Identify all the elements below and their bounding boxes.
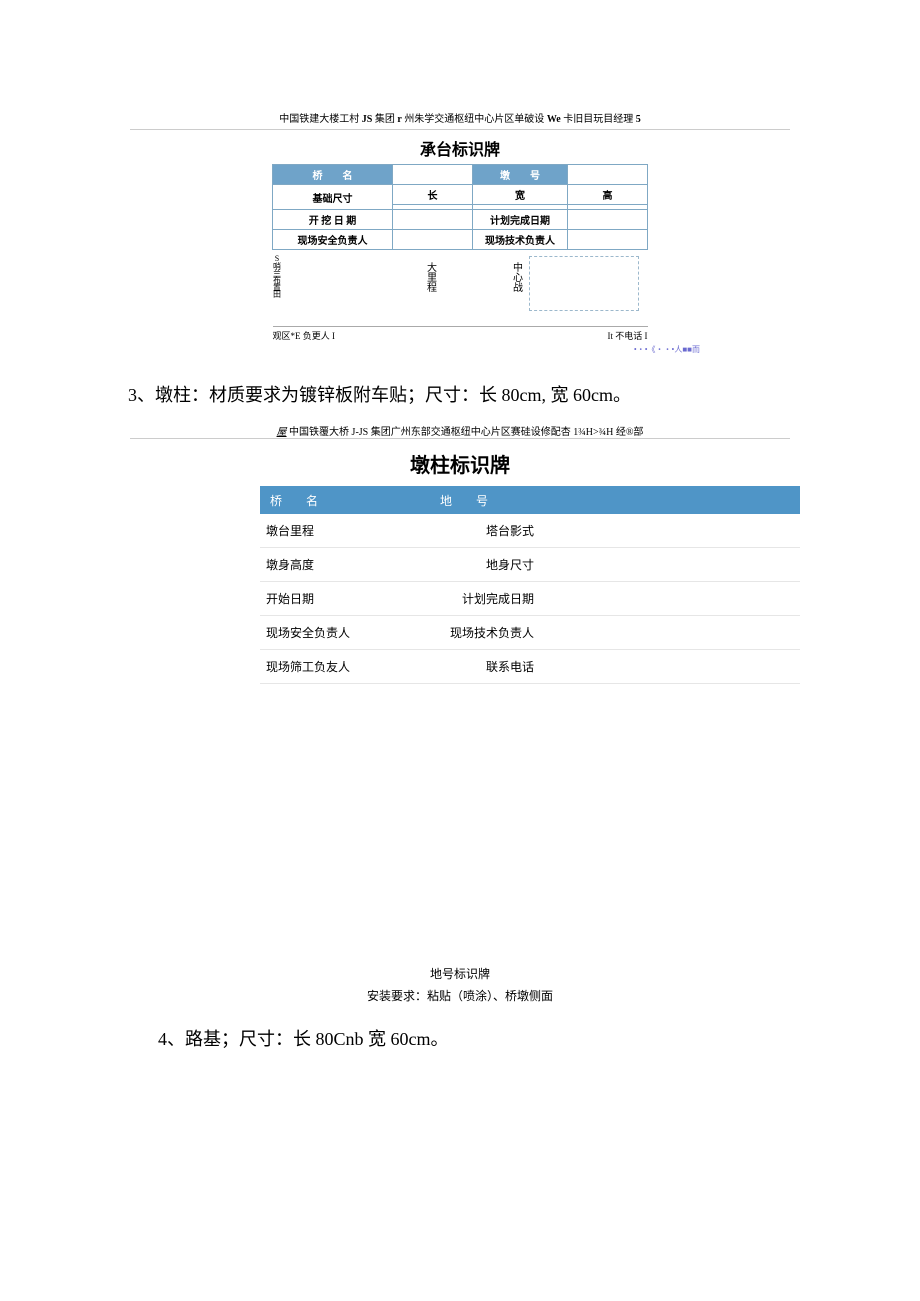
label: 现场筛工负友人 <box>260 658 440 675</box>
table-row: 开始日期 计划完成日期 <box>260 582 800 616</box>
paragraph-4: 4、路基；尺寸：长 80Cnb 宽 60cm。 <box>158 1025 920 1051</box>
th-bridge-name: 桥名 <box>260 492 440 509</box>
th-tech-lead: 现场技术负责人 <box>473 230 568 250</box>
diagram-footer: 观区*E 负更人 I It 不电话 I <box>273 326 648 342</box>
doc-header-2: 屋 中国铁覆大桥 J-JS 集团广州东部交通枢纽中心片区赛硅设修配杏 1¾H>¾… <box>0 423 920 438</box>
th-base-size: 基础尺寸 <box>273 185 393 210</box>
doc-header-1: 中国铁建大楼工村 JS 集团 r 州朱学交通枢纽中心片区单破设 We 卡旧目玩目… <box>0 110 920 125</box>
label: 墩身高度 <box>260 556 440 573</box>
table-row: 开 挖 日 期 计划完成日期 <box>273 210 648 230</box>
table-row: 桥名 地号 <box>260 486 800 514</box>
diag-mid-label: 大里程 <box>423 262 438 292</box>
td <box>568 165 648 185</box>
platform-sign-table: 桥 名 墩 号 基础尺寸 长 宽 高 开 挖 日 期 计划完成日期 现场安全负责… <box>272 164 648 250</box>
tiny-note: •・•《・・•人■■而 <box>0 344 700 355</box>
th-length: 长 <box>393 185 473 205</box>
td <box>393 165 473 185</box>
label: 计划完成日期 <box>440 590 540 607</box>
bottom-block: 地号标识牌 安装要求：粘贴（喷涂）、桥墩侧面 <box>0 964 920 1007</box>
table-row: 基础尺寸 长 宽 高 <box>273 185 648 205</box>
pier-sign-table: 桥名 地号 墩台里程 塔台影式 墩身高度 地身尺寸 开始日期 计划完成日期 现场… <box>260 486 800 684</box>
label: 联系电话 <box>440 658 540 675</box>
td <box>393 210 473 230</box>
bottom-line-2: 安装要求：粘贴（喷涂）、桥墩侧面 <box>0 986 920 1008</box>
label: 开始日期 <box>260 590 440 607</box>
diag-dashed-box <box>529 256 639 311</box>
table-row: 现场筛工负友人 联系电话 <box>260 650 800 684</box>
diag-center-label: 中心战 <box>509 262 524 292</box>
table1-title: 承台标识牌 <box>0 136 920 160</box>
td <box>393 230 473 250</box>
th-pier-no: 地号 <box>440 492 540 509</box>
th-width: 宽 <box>473 185 568 205</box>
table-row: 墩身高度 地身尺寸 <box>260 548 800 582</box>
td <box>568 230 648 250</box>
bottom-line-1: 地号标识牌 <box>0 964 920 986</box>
divider <box>130 129 790 130</box>
label: 塔台影式 <box>440 522 540 539</box>
diag-foot-left: 观区*E 负更人 I <box>273 329 336 342</box>
table2-title: 墩柱标识牌 <box>0 449 920 478</box>
table-row: 现场安全负责人 现场技术负责人 <box>273 230 648 250</box>
paragraph-3: 3、墩柱：材质要求为镀锌板附车贴；尺寸：长 80cm, 宽 60cm。 <box>128 381 920 407</box>
th-plan-date: 计划完成日期 <box>473 210 568 230</box>
th-bridge-name: 桥 名 <box>273 165 393 185</box>
label: 地身尺寸 <box>440 556 540 573</box>
table-row: 桥 名 墩 号 <box>273 165 648 185</box>
diag-left-label: S哨兰布置田 <box>273 254 281 297</box>
label: 现场技术负责人 <box>440 624 540 641</box>
th-height: 高 <box>568 185 648 205</box>
table-row: 墩台里程 塔台影式 <box>260 514 800 548</box>
th-dig-date: 开 挖 日 期 <box>273 210 393 230</box>
label: 墩台里程 <box>260 522 440 539</box>
layout-diagram: S哨兰布置田 大里程 中心战 <box>273 254 648 326</box>
th-pier-no: 墩 号 <box>473 165 568 185</box>
td <box>568 210 648 230</box>
diag-foot-right: It 不电话 I <box>608 329 648 342</box>
table-row: 现场安全负责人 现场技术负责人 <box>260 616 800 650</box>
divider <box>130 438 790 439</box>
label: 现场安全负责人 <box>260 624 440 641</box>
th-safety-lead: 现场安全负责人 <box>273 230 393 250</box>
